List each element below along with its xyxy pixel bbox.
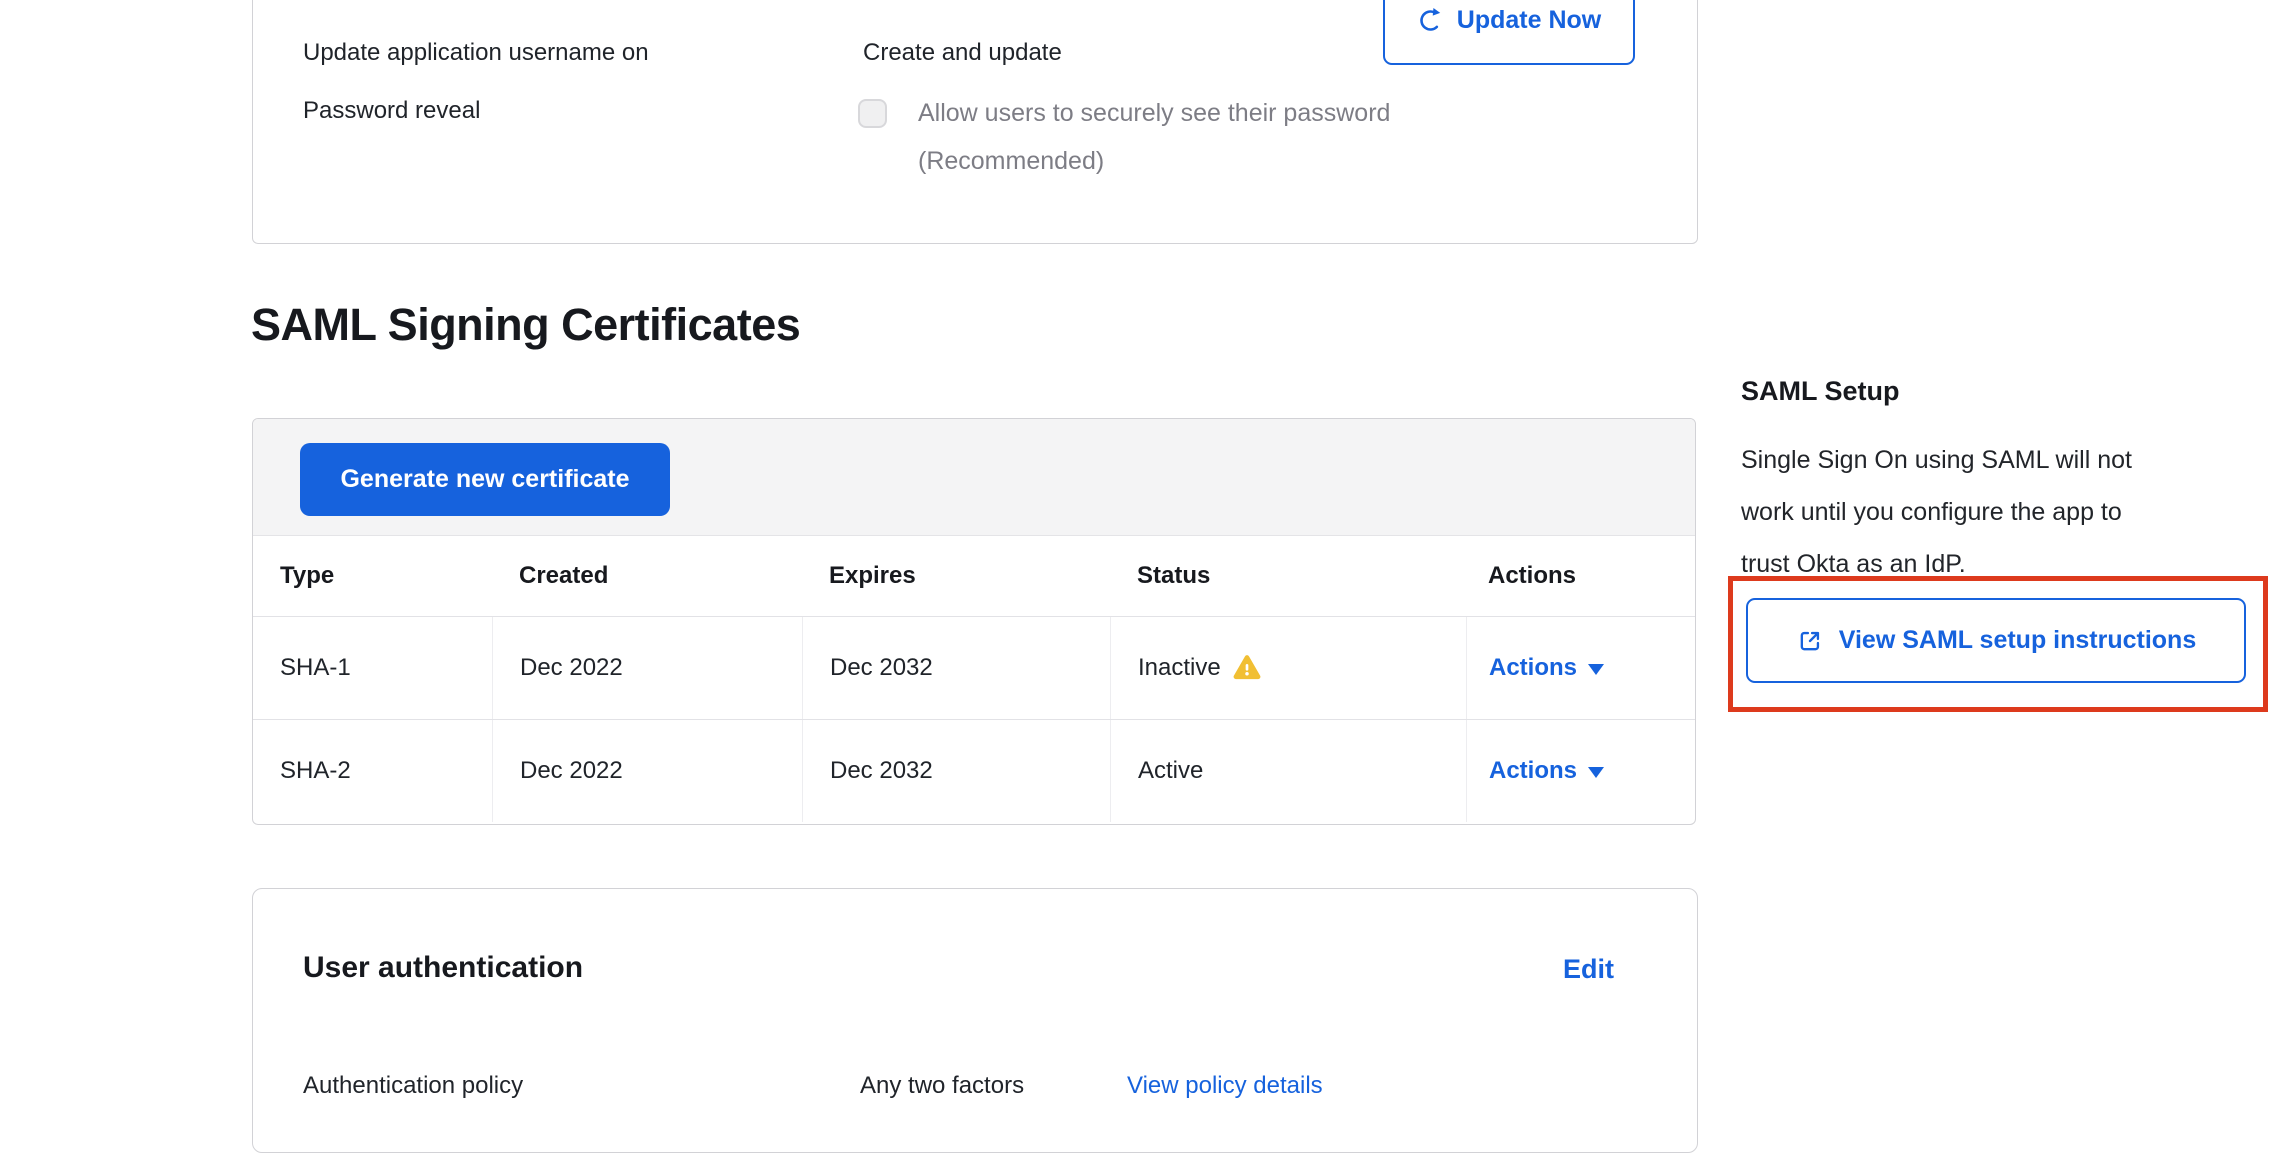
cert-type-cell: SHA-2 — [253, 720, 492, 822]
column-header-status: Status — [1110, 536, 1466, 616]
column-header-created: Created — [492, 536, 802, 616]
saml-setup-description-line: work until you configure the app to — [1741, 486, 2241, 538]
authentication-policy-label: Authentication policy — [303, 1072, 523, 1100]
password-reveal-option-line1: Allow users to securely see their passwo… — [918, 99, 1390, 128]
username-update-label: Update application username on — [303, 39, 649, 67]
refresh-icon — [1417, 7, 1444, 34]
column-header-expires: Expires — [802, 536, 1110, 616]
saml-setup-description-line: Single Sign On using SAML will not — [1741, 434, 2241, 486]
cert-status-cell: Active — [1110, 720, 1466, 822]
table-row: SHA-1 Dec 2022 Dec 2032 Inactive Actions — [253, 616, 1695, 719]
certificates-table-header: Type Created Expires Status Actions — [253, 536, 1695, 616]
sign-on-settings-card: Update application username on Create an… — [252, 0, 1698, 244]
caret-down-icon — [1588, 767, 1604, 778]
saml-setup-description: Single Sign On using SAML will not work … — [1741, 434, 2241, 590]
generate-new-certificate-button[interactable]: Generate new certificate — [300, 443, 670, 516]
status-text: Active — [1138, 757, 1203, 785]
status-text: Inactive — [1138, 654, 1221, 682]
password-reveal-label: Password reveal — [303, 97, 480, 125]
username-update-value: Create and update — [863, 39, 1062, 67]
cert-created-cell: Dec 2022 — [492, 617, 802, 719]
column-header-actions: Actions — [1466, 536, 1695, 616]
saml-signing-certificates-heading: SAML Signing Certificates — [251, 299, 800, 351]
caret-down-icon — [1588, 664, 1604, 675]
view-saml-setup-instructions-label: View SAML setup instructions — [1839, 626, 2196, 655]
view-saml-setup-instructions-button[interactable]: View SAML setup instructions — [1746, 598, 2246, 683]
okta-app-sign-on-page: Update application username on Create an… — [0, 0, 2279, 1158]
table-row: SHA-2 Dec 2022 Dec 2032 Active Actions — [253, 719, 1695, 822]
actions-label: Actions — [1489, 757, 1577, 785]
password-reveal-option-line2: (Recommended) — [918, 147, 1104, 176]
cert-expires-cell: Dec 2032 — [802, 617, 1110, 719]
user-authentication-title: User authentication — [303, 951, 583, 985]
actions-menu-button[interactable]: Actions — [1489, 757, 1604, 785]
update-now-button[interactable]: Update Now — [1383, 0, 1635, 65]
cert-expires-cell: Dec 2032 — [802, 720, 1110, 822]
cert-type-cell: SHA-1 — [253, 617, 492, 719]
certificates-toolbar: Generate new certificate — [253, 419, 1695, 536]
actions-menu-button[interactable]: Actions — [1489, 654, 1604, 682]
external-link-icon — [1796, 627, 1824, 655]
actions-label: Actions — [1489, 654, 1577, 682]
warning-icon — [1233, 654, 1261, 682]
update-now-label: Update Now — [1457, 6, 1601, 35]
edit-link[interactable]: Edit — [1563, 954, 1614, 985]
user-authentication-card: User authentication Edit Authentication … — [252, 888, 1698, 1153]
cert-created-cell: Dec 2022 — [492, 720, 802, 822]
password-reveal-checkbox[interactable] — [858, 99, 887, 128]
certificates-panel: Generate new certificate Type Created Ex… — [252, 418, 1696, 825]
view-policy-details-link[interactable]: View policy details — [1127, 1072, 1323, 1100]
saml-setup-title: SAML Setup — [1741, 376, 1900, 407]
authentication-policy-value: Any two factors — [860, 1072, 1024, 1100]
column-header-type: Type — [253, 536, 492, 616]
cert-status-cell: Inactive — [1110, 617, 1466, 719]
